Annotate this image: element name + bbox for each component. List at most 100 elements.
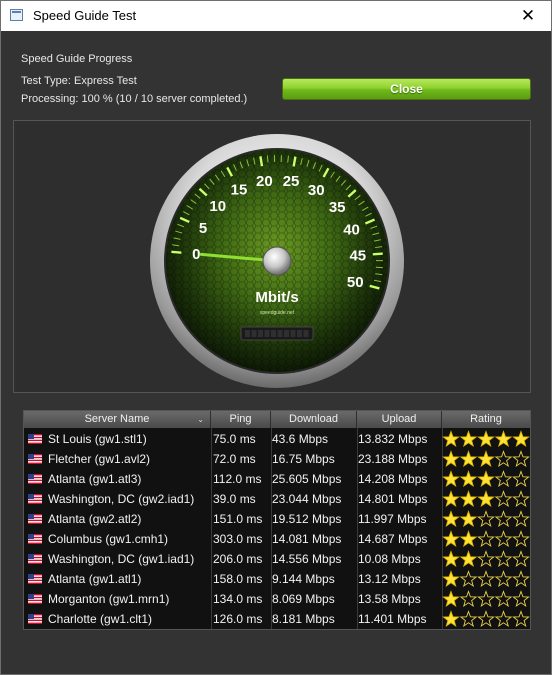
gauge-tick-label: 35	[329, 199, 346, 216]
upload-cell: 14.208 Mbps	[358, 472, 428, 486]
star-empty-icon	[512, 550, 530, 568]
display-segment	[245, 330, 250, 337]
star-empty-icon	[477, 610, 495, 628]
us-flag-icon	[28, 494, 42, 504]
us-flag-icon	[28, 574, 42, 584]
star-filled-icon	[459, 550, 478, 568]
title-bar[interactable]: Speed Guide Test ✕	[1, 1, 551, 31]
rating-stars	[442, 550, 530, 568]
star-empty-icon	[477, 570, 495, 588]
column-header-label: Server Name	[84, 413, 150, 425]
star-empty-icon	[512, 570, 530, 588]
download-cell: 8.069 Mbps	[272, 592, 335, 606]
speed-guide-window: Speed Guide Test ✕ Speed Guide Progress …	[0, 0, 552, 675]
table-row[interactable]: Atlanta (gw1.atl3) 112.0 ms 25.605 Mbps 14.…	[24, 469, 530, 489]
star-empty-icon	[512, 470, 530, 488]
star-filled-icon	[477, 490, 495, 508]
ping-cell: 303.0 ms	[213, 532, 263, 546]
display-segment	[271, 330, 276, 337]
download-cell: 9.144 Mbps	[272, 572, 335, 586]
star-empty-icon	[494, 490, 513, 508]
star-filled-icon	[442, 550, 460, 568]
display-segment	[284, 330, 289, 337]
server-name-cell: Washington, DC (gw2.iad1)	[48, 492, 195, 506]
upload-cell: 14.687 Mbps	[358, 532, 428, 546]
download-cell: 16.75 Mbps	[272, 452, 335, 466]
server-name-cell: Atlanta (gw2.atl2)	[48, 512, 142, 526]
window-close-icon[interactable]: ✕	[505, 1, 551, 31]
download-cell: 23.044 Mbps	[272, 492, 342, 506]
gauge-needle-hub	[262, 246, 292, 276]
star-filled-icon	[442, 510, 460, 528]
star-empty-icon	[477, 530, 495, 548]
column-header-download[interactable]: Download	[271, 411, 357, 428]
star-empty-icon	[477, 550, 495, 568]
close-button[interactable]: Close	[282, 78, 531, 100]
gauge-brand-label: speedguide.net	[260, 310, 295, 316]
server-name-cell: Columbus (gw1.cmh1)	[48, 532, 169, 546]
gauge-tick-label: 20	[256, 173, 273, 190]
column-header-ping[interactable]: Ping	[211, 411, 271, 428]
rating-stars	[442, 470, 530, 488]
star-empty-icon	[494, 450, 513, 468]
server-name-cell: Washington, DC (gw1.iad1)	[48, 552, 195, 566]
table-row[interactable]: Atlanta (gw1.atl1) 158.0 ms 9.144 Mbps 13.1…	[24, 569, 530, 589]
us-flag-icon	[28, 434, 42, 444]
column-header-rating[interactable]: Rating	[442, 411, 530, 428]
star-filled-icon	[442, 430, 460, 448]
star-empty-icon	[494, 570, 513, 588]
table-row[interactable]: Charlotte (gw1.clt1) 126.0 ms 8.181 Mbps 11…	[24, 609, 530, 629]
star-filled-icon	[442, 530, 460, 548]
table-row[interactable]: St Louis (gw1.stl1) 75.0 ms 43.6 Mbps 13.83…	[24, 429, 530, 449]
star-filled-icon	[459, 430, 478, 448]
display-segment	[277, 330, 283, 337]
rating-stars	[442, 450, 530, 468]
table-header: Server Name ⌄ Ping Download Upload Ratin…	[24, 411, 530, 428]
table-row[interactable]: Washington, DC (gw2.iad1) 39.0 ms 23.044 M…	[24, 489, 530, 509]
gauge-digital-display	[240, 326, 314, 341]
server-name-cell: Morganton (gw1.mrn1)	[48, 592, 170, 606]
table-row[interactable]: Morganton (gw1.mrn1) 134.0 ms 8.069 Mbps 13…	[24, 589, 530, 609]
star-filled-icon	[494, 430, 513, 448]
upload-cell: 23.188 Mbps	[358, 452, 428, 466]
ping-cell: 112.0 ms	[213, 472, 262, 486]
download-cell: 14.556 Mbps	[272, 552, 342, 566]
table-row[interactable]: Washington, DC (gw1.iad1) 206.0 ms 14.556 …	[24, 549, 530, 569]
rating-stars	[442, 570, 530, 588]
app-window-icon	[10, 9, 23, 21]
server-name-cell: Atlanta (gw1.atl3)	[48, 472, 142, 486]
test-type-label: Test Type: Express Test	[21, 75, 137, 87]
column-header-server-name[interactable]: Server Name ⌄	[24, 411, 211, 428]
table-row[interactable]: Columbus (gw1.cmh1) 303.0 ms 14.081 Mbps 14…	[24, 529, 530, 549]
rating-stars	[442, 610, 530, 628]
star-filled-icon	[442, 610, 460, 628]
rating-stars	[442, 530, 530, 548]
major-tick	[292, 156, 297, 167]
ping-cell: 151.0 ms	[213, 512, 263, 526]
star-empty-icon	[512, 490, 530, 508]
window-title: Speed Guide Test	[33, 8, 137, 23]
us-flag-icon	[28, 454, 42, 464]
table-row[interactable]: Fletcher (gw1.avl2) 72.0 ms 16.75 Mbps 23.1…	[24, 449, 530, 469]
star-empty-icon	[477, 510, 495, 528]
us-flag-icon	[28, 534, 42, 544]
ping-cell: 72.0 ms	[213, 452, 256, 466]
upload-cell: 11.401 Mbps	[358, 612, 427, 626]
star-filled-icon	[442, 590, 460, 608]
column-header-upload[interactable]: Upload	[357, 411, 442, 428]
us-flag-icon	[28, 594, 42, 604]
download-cell: 8.181 Mbps	[272, 612, 335, 626]
server-name-cell: Charlotte (gw1.clt1)	[48, 612, 153, 626]
minor-tick	[266, 155, 269, 163]
ping-cell: 39.0 ms	[213, 492, 256, 506]
star-filled-icon	[442, 470, 460, 488]
upload-cell: 14.801 Mbps	[358, 492, 428, 506]
table-row[interactable]: Atlanta (gw2.atl2) 151.0 ms 19.512 Mbps 11.…	[24, 509, 530, 529]
server-name-cell: Fletcher (gw1.avl2)	[48, 452, 151, 466]
gauge-tick-label: 15	[231, 181, 248, 198]
gauge-tick-label: 45	[349, 247, 366, 264]
star-empty-icon	[459, 570, 478, 588]
upload-cell: 11.997 Mbps	[358, 512, 427, 526]
rating-stars	[442, 590, 530, 608]
star-empty-icon	[477, 590, 495, 608]
